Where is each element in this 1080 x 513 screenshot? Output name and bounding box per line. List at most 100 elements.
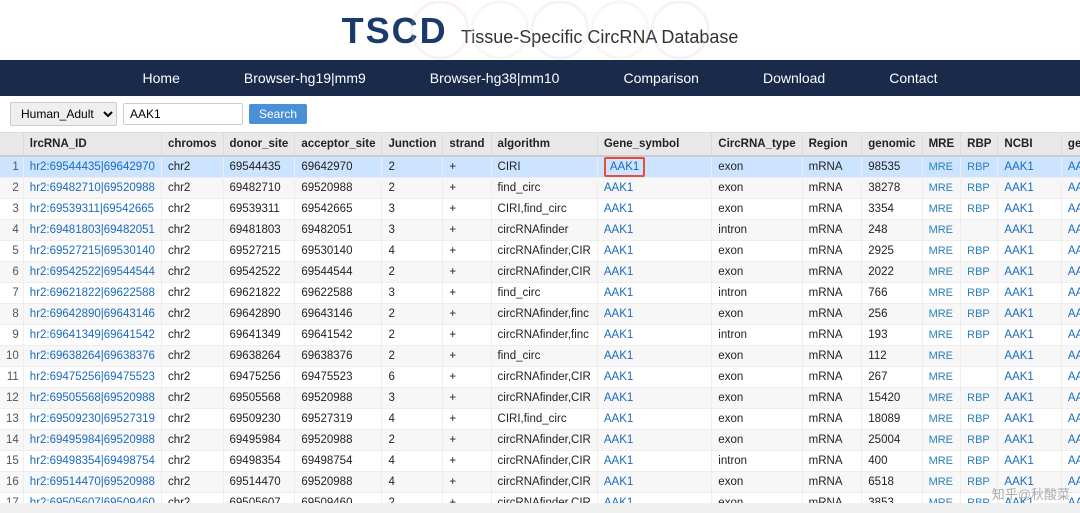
col-ncbi: NCBI <box>998 133 1062 156</box>
table-row: 12 hr2:69505568|69520988 chr2 69505568 6… <box>0 388 1080 409</box>
row-genomic: 2925 <box>862 241 922 262</box>
row-rbp: RBP <box>961 199 998 220</box>
row-donor: 69514470 <box>223 472 295 493</box>
row-donor: 69621822 <box>223 283 295 304</box>
row-region: mRNA <box>802 178 862 199</box>
row-algo: circRNAfinder,CIR <box>491 241 597 262</box>
search-button[interactable]: Search <box>249 104 307 124</box>
row-ncbi: AAK1 <box>998 262 1062 283</box>
row-genomic: 3853 <box>862 493 922 504</box>
nav-comparison[interactable]: Comparison <box>591 60 730 96</box>
row-genomic: 267 <box>862 367 922 388</box>
row-strand: + <box>443 430 491 451</box>
row-junction: 2 <box>382 430 443 451</box>
row-gc: AAK1 <box>1061 304 1080 325</box>
row-donor: 69542522 <box>223 262 295 283</box>
row-algo: find_circ <box>491 178 597 199</box>
row-mre: MRE <box>922 283 961 304</box>
row-strand: + <box>443 493 491 504</box>
col-genomic: genomic <box>862 133 922 156</box>
row-gc: AAK1 <box>1061 241 1080 262</box>
row-mre: MRE <box>922 241 961 262</box>
row-genomic: 2022 <box>862 262 922 283</box>
row-mre: MRE <box>922 346 961 367</box>
row-id: hr2:69542522|69544544 <box>23 262 161 283</box>
row-junction: 2 <box>382 493 443 504</box>
row-acceptor: 69643146 <box>295 304 382 325</box>
row-junction: 6 <box>382 367 443 388</box>
row-num: 14 <box>0 430 23 451</box>
row-algo: CIRI,find_circ <box>491 409 597 430</box>
col-acceptor: acceptor_site <box>295 133 382 156</box>
col-mre: MRE <box>922 133 961 156</box>
row-junction: 4 <box>382 451 443 472</box>
row-ncbi: AAK1 <box>998 388 1062 409</box>
row-algo: circRNAfinder <box>491 220 597 241</box>
gene-symbol-cell: AAK1 <box>597 493 711 504</box>
gene-symbol-cell: AAK1 <box>597 304 711 325</box>
row-donor: 69509230 <box>223 409 295 430</box>
row-gc: AAK1 <box>1061 178 1080 199</box>
row-junction: 3 <box>382 220 443 241</box>
table-row: 9 hr2:69641349|69641542 chr2 69641349 69… <box>0 325 1080 346</box>
row-region: mRNA <box>802 220 862 241</box>
row-junction: 3 <box>382 199 443 220</box>
row-id: hr2:69514470|69520988 <box>23 472 161 493</box>
row-genomic: 193 <box>862 325 922 346</box>
row-algo: circRNAfinder,CIR <box>491 451 597 472</box>
search-input[interactable] <box>123 103 243 125</box>
row-region: mRNA <box>802 156 862 178</box>
gene-symbol-cell: AAK1 <box>597 199 711 220</box>
gene-symbol-cell: AAK1 <box>597 367 711 388</box>
row-strand: + <box>443 409 491 430</box>
row-chr: chr2 <box>161 156 223 178</box>
row-donor: 69642890 <box>223 304 295 325</box>
gene-symbol-cell: AAK1 <box>597 472 711 493</box>
row-num: 1 <box>0 156 23 178</box>
row-region: mRNA <box>802 409 862 430</box>
table-row: 13 hr2:69509230|69527319 chr2 69509230 6… <box>0 409 1080 430</box>
row-donor: 69505607 <box>223 493 295 504</box>
row-strand: + <box>443 178 491 199</box>
main-nav: Home Browser-hg19|mm9 Browser-hg38|mm10 … <box>0 60 1080 96</box>
row-type: exon <box>712 241 802 262</box>
row-region: mRNA <box>802 451 862 472</box>
row-num: 17 <box>0 493 23 504</box>
row-rbp: RBP <box>961 283 998 304</box>
row-mre: MRE <box>922 304 961 325</box>
row-rbp: RBP <box>961 388 998 409</box>
row-chr: chr2 <box>161 283 223 304</box>
organism-select[interactable]: Human_Adult Human_Fetal Mouse_Adult <box>10 102 117 126</box>
row-ncbi: AAK1 <box>998 367 1062 388</box>
row-num: 13 <box>0 409 23 430</box>
row-algo: CIRI,find_circ <box>491 199 597 220</box>
col-region: Region <box>802 133 862 156</box>
row-algo: circRNAfinder,finc <box>491 304 597 325</box>
row-mre: MRE <box>922 199 961 220</box>
row-chr: chr2 <box>161 472 223 493</box>
row-mre: MRE <box>922 156 961 178</box>
row-mre: MRE <box>922 493 961 504</box>
nav-home[interactable]: Home <box>111 60 212 96</box>
nav-browser-hg38[interactable]: Browser-hg38|mm10 <box>398 60 592 96</box>
gene-symbol-cell: AAK1 <box>597 283 711 304</box>
table-row: 16 hr2:69514470|69520988 chr2 69514470 6… <box>0 472 1080 493</box>
col-chr: chromos <box>161 133 223 156</box>
row-acceptor: 69509460 <box>295 493 382 504</box>
col-rbp: RBP <box>961 133 998 156</box>
row-id: hr2:69475256|69475523 <box>23 367 161 388</box>
table-row: 15 hr2:69498354|69498754 chr2 69498354 6… <box>0 451 1080 472</box>
nav-browser-hg19[interactable]: Browser-hg19|mm9 <box>212 60 398 96</box>
nav-contact[interactable]: Contact <box>857 60 969 96</box>
nav-download[interactable]: Download <box>731 60 857 96</box>
row-type: exon <box>712 346 802 367</box>
row-region: mRNA <box>802 241 862 262</box>
row-rbp <box>961 220 998 241</box>
gene-symbol-cell: AAK1 <box>597 409 711 430</box>
table-row: 10 hr2:69638264|69638376 chr2 69638264 6… <box>0 346 1080 367</box>
row-region: mRNA <box>802 262 862 283</box>
row-genomic: 25004 <box>862 430 922 451</box>
row-num: 16 <box>0 472 23 493</box>
row-gc: AAK1 <box>1061 409 1080 430</box>
table-row: 11 hr2:69475256|69475523 chr2 69475256 6… <box>0 367 1080 388</box>
